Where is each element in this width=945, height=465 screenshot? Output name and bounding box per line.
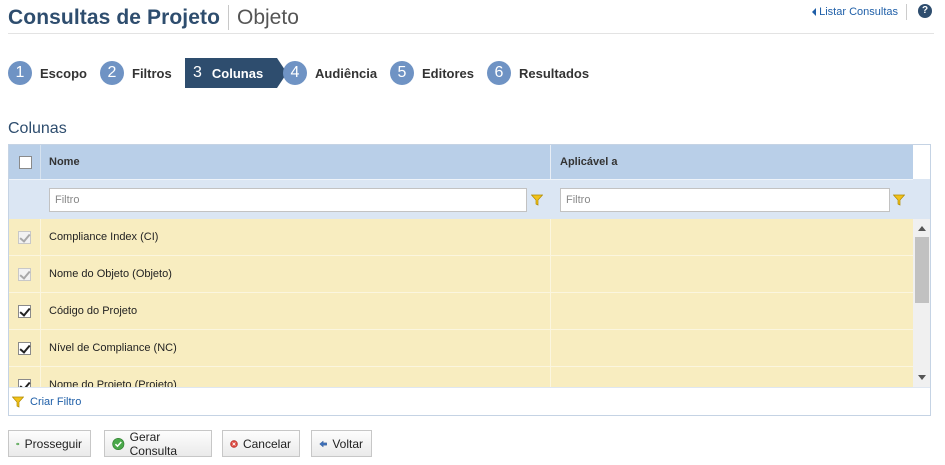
step-editores[interactable]: 5 Editores — [390, 58, 474, 88]
back-button[interactable]: Voltar — [311, 430, 372, 457]
table-row[interactable]: Nome do Objeto (Objeto) — [9, 256, 913, 293]
row-checkbox-cell — [9, 256, 41, 293]
step-number: 2 — [100, 61, 124, 85]
cancel-label: Cancelar — [242, 436, 291, 451]
column-header-applies-to[interactable]: Aplicável a — [552, 145, 913, 179]
step-label: Audiência — [315, 65, 378, 81]
row-name: Nome do Projeto (Projeto) — [41, 367, 551, 387]
name-filter-input[interactable] — [49, 188, 527, 212]
row-checkbox-cell — [9, 330, 41, 367]
check-circle-icon — [112, 437, 125, 450]
grid-footer: Criar Filtro — [9, 387, 930, 415]
row-name: Nome do Objeto (Objeto) — [41, 256, 551, 293]
scroll-down-icon[interactable] — [918, 375, 926, 380]
row-applies-to — [552, 256, 913, 293]
step-number: 1 — [8, 61, 32, 85]
columns-grid: Nome Aplicável a Compliance Index (CI) N… — [8, 144, 931, 416]
back-label: Voltar — [332, 436, 363, 451]
table-row[interactable]: Compliance Index (CI) — [9, 219, 913, 256]
grid-scrollbar[interactable] — [913, 219, 930, 387]
arrow-left-icon — [319, 440, 327, 447]
section-title: Colunas — [8, 120, 67, 137]
create-filter-label: Criar Filtro — [30, 396, 82, 408]
header-spacer — [913, 145, 930, 179]
step-colunas[interactable]: 3 Colunas — [185, 58, 288, 88]
select-all-checkbox[interactable] — [19, 156, 32, 169]
step-number: 6 — [487, 61, 511, 85]
grid-header: Nome Aplicável a — [9, 145, 913, 179]
help-icon[interactable]: ? — [918, 4, 932, 18]
applies-to-filter-input[interactable] — [560, 188, 890, 212]
funnel-icon — [12, 396, 24, 408]
scroll-thumb[interactable] — [915, 237, 929, 303]
step-label: Editores — [422, 65, 475, 81]
row-checkbox-cell — [9, 219, 41, 256]
row-name: Compliance Index (CI) — [41, 219, 551, 256]
page-subtitle: Objeto — [237, 6, 299, 29]
scroll-up-icon[interactable] — [918, 226, 926, 231]
step-label: Filtros — [132, 65, 172, 81]
table-row[interactable]: Nível de Compliance (NC) — [9, 330, 913, 367]
generate-query-button[interactable]: Gerar Consulta — [104, 429, 212, 458]
step-label: Resultados — [519, 65, 590, 81]
step-filtros[interactable]: 2 Filtros — [100, 58, 172, 88]
page-header: Consultas de Projeto Objeto Listar Consu… — [8, 4, 934, 34]
row-checkbox — [18, 268, 31, 281]
row-checkbox[interactable] — [18, 305, 31, 318]
filter-row — [9, 179, 913, 219]
wizard-steps: 1 Escopo 2 Filtros 3 Colunas 4 Audiência… — [8, 58, 708, 88]
row-applies-to — [552, 293, 913, 330]
row-applies-to — [552, 367, 913, 387]
column-header-name[interactable]: Nome — [41, 145, 551, 179]
row-name: Código do Projeto — [41, 293, 551, 330]
caret-left-icon — [812, 8, 817, 16]
proceed-label: Prosseguir — [24, 436, 82, 451]
step-number: 4 — [283, 61, 307, 85]
page-title: Consultas de Projeto — [8, 6, 221, 29]
row-checkbox[interactable] — [18, 379, 31, 387]
step-escopo[interactable]: 1 Escopo — [8, 58, 87, 88]
cancel-circle-icon — [230, 439, 238, 448]
list-queries-link[interactable]: Listar Consultas — [812, 6, 898, 18]
grid-body: Compliance Index (CI) Nome do Objeto (Ob… — [9, 219, 913, 387]
step-audiencia[interactable]: 4 Audiência — [283, 58, 377, 88]
row-applies-to — [552, 330, 913, 367]
list-queries-label: Listar Consultas — [819, 6, 898, 18]
arrow-right-icon — [16, 442, 20, 445]
select-all-cell — [9, 145, 41, 179]
row-name: Nível de Compliance (NC) — [41, 330, 551, 367]
step-label: Escopo — [40, 65, 87, 81]
row-checkbox-cell — [9, 367, 41, 387]
row-checkbox-cell — [9, 293, 41, 330]
header-divider — [906, 4, 907, 20]
table-row[interactable]: Nome do Projeto (Projeto) — [9, 367, 913, 387]
step-label: Colunas — [211, 65, 264, 81]
funnel-icon[interactable] — [531, 194, 543, 206]
table-row[interactable]: Código do Projeto — [9, 293, 913, 330]
step-number: 5 — [390, 61, 414, 85]
step-number: 3 — [193, 64, 202, 81]
generate-query-label: Gerar Consulta — [129, 429, 177, 458]
row-applies-to — [552, 219, 913, 256]
step-resultados[interactable]: 6 Resultados — [487, 58, 589, 88]
row-checkbox[interactable] — [18, 342, 31, 355]
row-checkbox — [18, 231, 31, 244]
filter-spacer — [913, 179, 930, 219]
cancel-button[interactable]: Cancelar — [222, 430, 300, 457]
proceed-button[interactable]: Prosseguir — [8, 430, 91, 457]
funnel-icon[interactable] — [893, 194, 905, 206]
title-divider — [228, 5, 229, 30]
create-filter-link[interactable]: Criar Filtro — [12, 396, 81, 408]
